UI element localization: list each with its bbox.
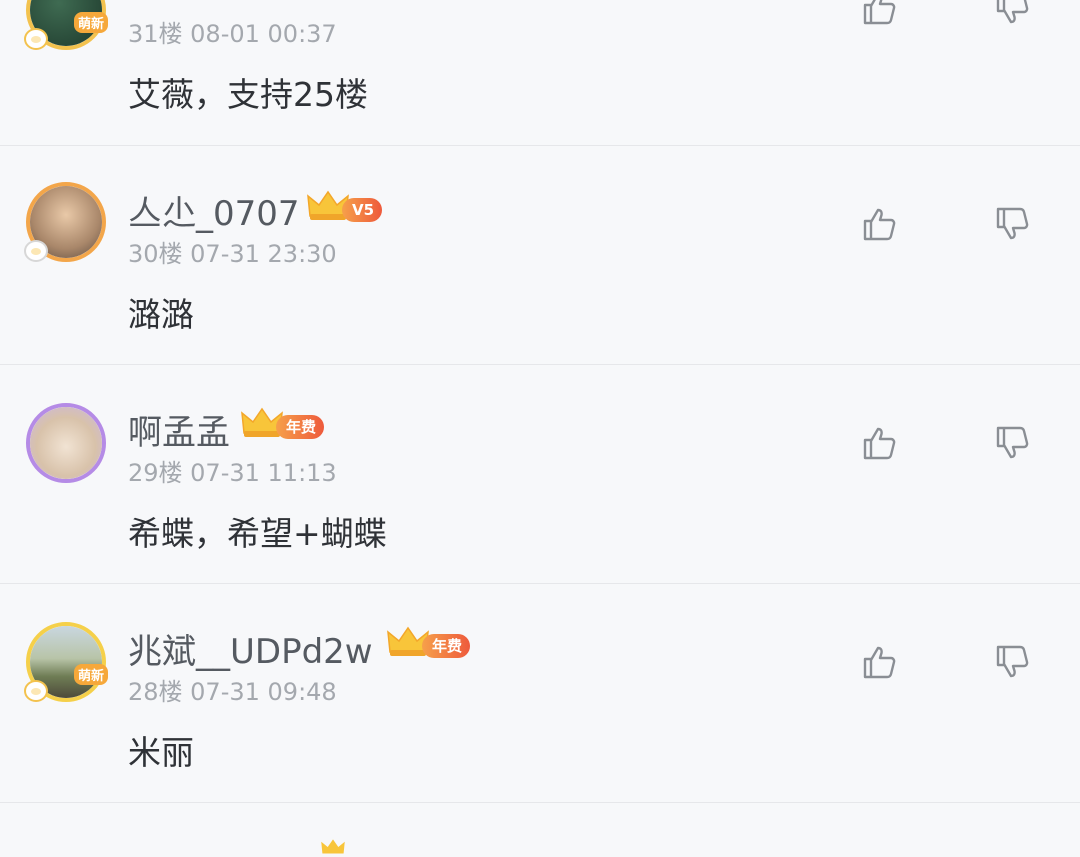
crown-icon (321, 839, 345, 854)
floor-time: 31楼 08-01 00:37 (128, 20, 337, 48)
floor-time: 30楼 07-31 23:30 (128, 240, 337, 268)
avatar[interactable]: 萌新 (24, 622, 108, 702)
comment-item: 萌新 兆斌__UDPd2w 年费 28楼 07-31 09:48 米丽 (0, 584, 1080, 803)
like-button[interactable] (859, 423, 899, 463)
comment-item: 亼尐_0707 V5 30楼 07-31 23:30 潞潞 (0, 146, 1080, 365)
avatar-decoration-icon (24, 240, 48, 262)
avatar[interactable]: 萌新 (24, 0, 108, 50)
vip-level: 年费 (422, 634, 471, 658)
comment-item (0, 803, 1080, 854)
floor-time: 28楼 07-31 09:48 (128, 678, 337, 706)
username[interactable]: 啊孟孟 (128, 405, 230, 454)
comment-content[interactable]: 潞潞 (128, 288, 194, 336)
comment-content[interactable]: 米丽 (128, 726, 194, 774)
thumbs-down-icon (996, 645, 1029, 678)
chick-badge-icon (24, 28, 48, 50)
comment-content[interactable]: 希蝶，希望+蝴蝶 (128, 507, 387, 555)
avatar-badge: 萌新 (73, 12, 108, 33)
vip-level: V5 (342, 198, 383, 222)
comment-item: 啊孟孟 年费 29楼 07-31 11:13 希蝶，希望+蝴蝶 (0, 365, 1080, 584)
thumbs-down-icon (996, 0, 1029, 24)
chick-badge-icon (24, 680, 48, 702)
thumbs-up-icon (863, 427, 896, 460)
dislike-button[interactable] (992, 642, 1032, 682)
like-button[interactable] (859, 0, 899, 28)
comment-item: 萌新 31楼 08-01 00:37 艾薇，支持25楼 (0, 0, 1080, 146)
like-button[interactable] (859, 642, 899, 682)
vip-level: 年费 (276, 415, 325, 439)
thumbs-down-icon (996, 207, 1029, 240)
thumbs-up-icon (863, 208, 896, 241)
avatar[interactable] (26, 403, 106, 483)
thumbs-up-icon (863, 0, 896, 25)
comment-content[interactable]: 艾薇，支持25楼 (128, 68, 368, 116)
thumbs-up-icon (863, 646, 896, 679)
username[interactable]: 兆斌__UDPd2w (128, 624, 373, 673)
dislike-button[interactable] (992, 423, 1032, 463)
floor-time: 29楼 07-31 11:13 (128, 459, 337, 487)
like-button[interactable] (859, 204, 899, 244)
thumbs-down-icon (996, 426, 1029, 459)
username[interactable]: 亼尐_0707 (128, 186, 300, 235)
avatar-badge: 萌新 (73, 664, 108, 685)
avatar[interactable] (24, 182, 106, 262)
dislike-button[interactable] (992, 0, 1032, 28)
dislike-button[interactable] (992, 204, 1032, 244)
